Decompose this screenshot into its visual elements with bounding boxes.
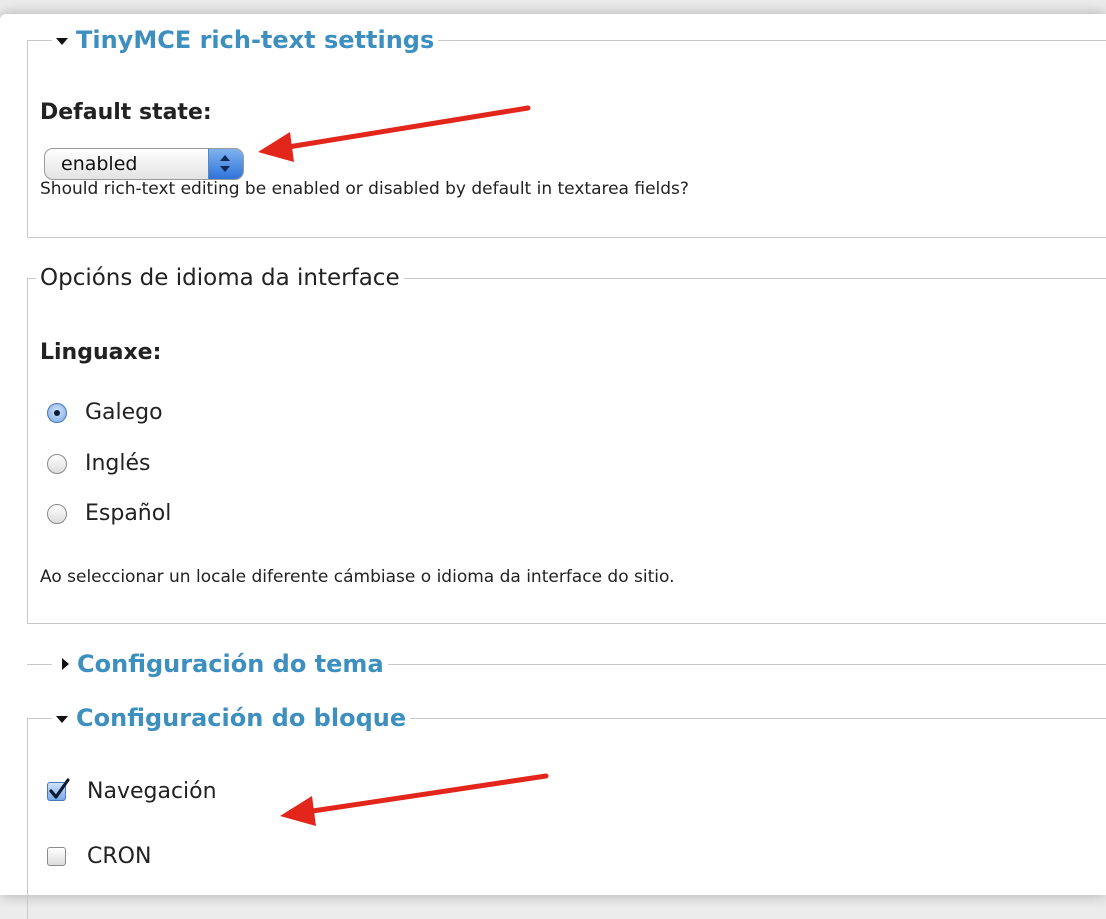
collapsed-triangle-icon bbox=[62, 658, 69, 670]
language-description: Ao seleccionar un locale diferente cámbi… bbox=[40, 567, 675, 587]
blocks-fieldset bbox=[27, 718, 1106, 919]
checkbox-checked-icon[interactable] bbox=[47, 778, 70, 801]
default-state-label: Default state: bbox=[40, 100, 212, 125]
tinymce-fieldset bbox=[27, 40, 1106, 238]
block-item-cron[interactable]: CRON bbox=[47, 844, 151, 869]
default-state-select[interactable]: enabled bbox=[44, 148, 244, 180]
checkbox-label: CRON bbox=[87, 844, 152, 869]
radio-label: Inglés bbox=[85, 451, 151, 476]
language-legend-text: Opcións de idioma da interface bbox=[40, 265, 400, 291]
default-state-select-value: enabled bbox=[61, 153, 138, 175]
radio-label: Galego bbox=[85, 400, 163, 425]
expanded-triangle-icon bbox=[56, 715, 68, 723]
language-legend: Opcións de idioma da interface bbox=[36, 265, 404, 291]
theme-legend[interactable]: Configuración do tema bbox=[52, 650, 388, 678]
tinymce-legend[interactable]: TinyMCE rich-text settings bbox=[52, 26, 439, 54]
radio-label: Español bbox=[85, 501, 172, 526]
language-option-espanol[interactable]: Español bbox=[47, 501, 171, 526]
language-label: Linguaxe: bbox=[40, 340, 162, 365]
tinymce-legend-text: TinyMCE rich-text settings bbox=[76, 26, 435, 54]
language-option-ingles[interactable]: Inglés bbox=[47, 451, 151, 476]
radio-icon[interactable] bbox=[47, 453, 67, 474]
radio-icon[interactable] bbox=[47, 503, 67, 524]
expanded-triangle-icon bbox=[56, 37, 68, 45]
blocks-legend[interactable]: Configuración do bloque bbox=[52, 704, 411, 732]
checkbox-icon[interactable] bbox=[47, 847, 66, 866]
checkbox-label: Navegación bbox=[87, 779, 217, 804]
annotation-arrow-icon bbox=[280, 773, 549, 826]
tinymce-description: Should rich-text editing be enabled or d… bbox=[40, 179, 689, 199]
block-item-navegacion[interactable]: Navegación bbox=[47, 778, 217, 804]
blocks-legend-text: Configuración do bloque bbox=[76, 704, 407, 732]
settings-page: TinyMCE rich-text settings Default state… bbox=[0, 14, 1106, 919]
language-option-galego[interactable]: Galego bbox=[47, 400, 163, 425]
annotation-arrow-icon bbox=[258, 105, 531, 162]
radio-selected-icon[interactable] bbox=[47, 402, 67, 423]
theme-legend-text: Configuración do tema bbox=[77, 650, 384, 678]
select-stepper-icon bbox=[208, 149, 243, 179]
